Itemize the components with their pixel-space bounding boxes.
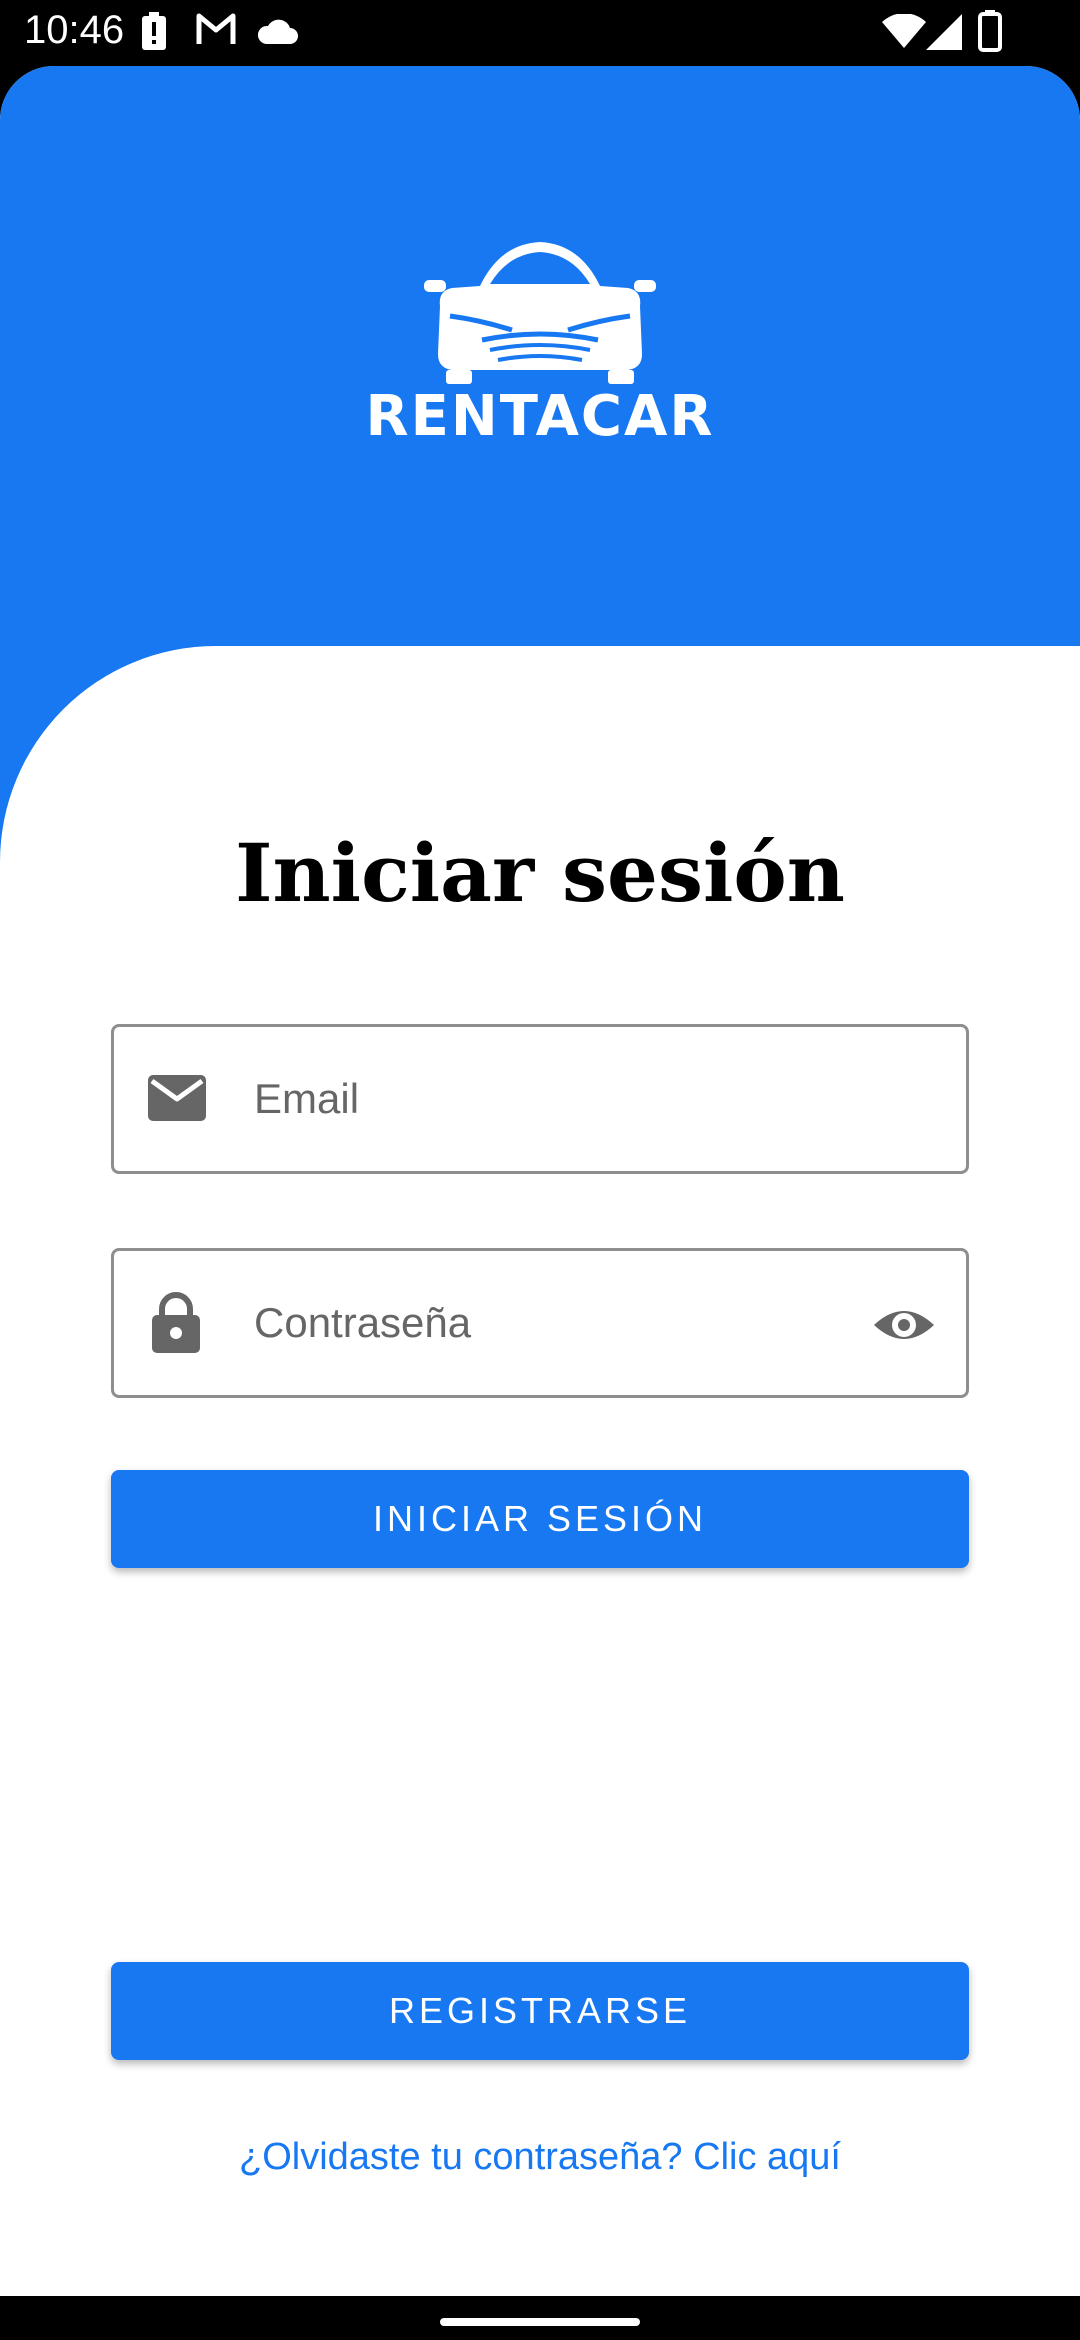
lock-icon	[152, 1291, 200, 1358]
forgot-password-link[interactable]: ¿Olvidaste tu contraseña? Clic aquí	[0, 2136, 1080, 2179]
password-field[interactable]	[111, 1248, 969, 1398]
home-gesture-handle[interactable]	[440, 2318, 640, 2326]
gmail-icon	[196, 12, 236, 51]
app-logo: RENTACAR	[340, 236, 740, 466]
email-icon	[148, 1075, 206, 1126]
status-bar: 10:46	[0, 0, 1080, 66]
toggle-password-visibility-icon[interactable]	[872, 1295, 936, 1355]
navigation-bar	[0, 2296, 1080, 2340]
login-button[interactable]: INICIAR SESIÓN	[111, 1470, 969, 1568]
email-input[interactable]	[254, 1057, 814, 1141]
logo-text: RENTACAR	[365, 384, 715, 449]
register-button[interactable]: REGISTRARSE	[111, 1962, 969, 2060]
cloud-icon	[256, 18, 298, 51]
signal-icon	[926, 14, 962, 55]
email-field[interactable]	[111, 1024, 969, 1174]
status-time: 10:46	[24, 8, 125, 52]
page-title: Iniciar sesión	[235, 826, 845, 920]
battery-icon	[978, 10, 1002, 57]
password-input[interactable]	[254, 1281, 814, 1365]
login-screen: RENTACAR Iniciar sesión Email INICIAR SE…	[0, 66, 1080, 2296]
screen: 10:46 RENTACAR Iniciar sesión Email INIC…	[0, 0, 1080, 2340]
wifi-icon	[882, 13, 926, 55]
alert-battery-icon	[140, 12, 168, 57]
car-icon	[424, 242, 656, 384]
